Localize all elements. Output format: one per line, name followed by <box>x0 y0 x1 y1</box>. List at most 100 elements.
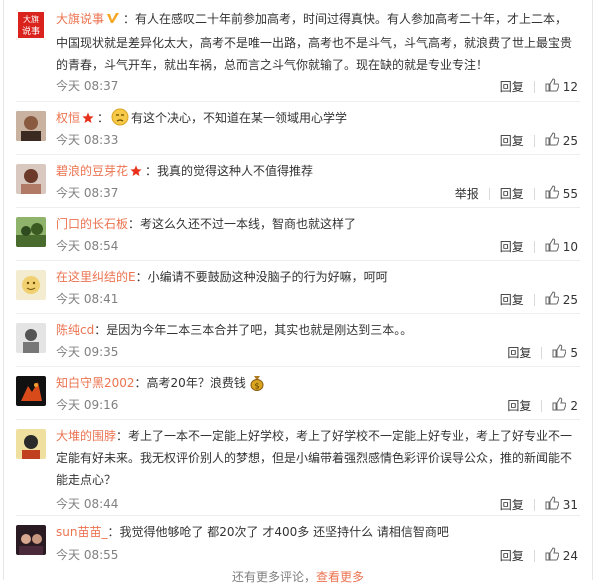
comment-actions: 回复 5 <box>507 344 578 362</box>
user-avatar-image <box>16 164 46 194</box>
username-link[interactable]: 陈纯cd <box>56 323 94 337</box>
comment-actions: 回复 25 <box>500 132 578 150</box>
reply-link[interactable]: 回复 <box>500 133 524 149</box>
avatar[interactable] <box>16 323 46 353</box>
reply-link[interactable]: 回复 <box>500 239 524 255</box>
like-button[interactable]: 25 <box>545 132 578 150</box>
like-button[interactable]: 25 <box>545 291 578 309</box>
action-divider <box>488 188 490 200</box>
comment-text-block: 大旗说事 ：有人在感叹二十年前参加高考，时间过得真快。有人参加高考二十年，才上二本… <box>56 8 578 76</box>
thumbs-up-icon <box>545 238 559 256</box>
svg-text:$: $ <box>254 382 259 391</box>
action-divider <box>533 188 535 200</box>
username-link[interactable]: 大旗说事 <box>56 12 104 26</box>
comment-actions: 回复 12 <box>500 78 578 96</box>
comment-text: ：我真的觉得这种人不值得推荐 <box>145 164 314 178</box>
like-button[interactable]: 5 <box>552 344 578 362</box>
like-button[interactable]: 31 <box>545 496 578 514</box>
thumbs-up-icon <box>552 344 567 362</box>
divider <box>16 419 580 420</box>
like-count: 55 <box>562 187 578 201</box>
comment-text-block: 门口的长石板：考这么久还不过一本线，智商也就这样了 <box>56 213 578 235</box>
username-link[interactable]: 在这里纠结的E <box>56 270 136 284</box>
avatar[interactable] <box>16 270 46 300</box>
reply-link[interactable]: 回复 <box>507 345 531 361</box>
comment-actions: 回复 2 <box>507 397 578 415</box>
like-button[interactable]: 55 <box>545 185 578 203</box>
comment-actions: 回复 25 <box>500 291 578 309</box>
like-button[interactable]: 24 <box>545 547 578 565</box>
like-count: 5 <box>570 346 578 360</box>
reply-link[interactable]: 回复 <box>500 292 524 308</box>
action-divider <box>533 241 535 253</box>
comment-time: 今天 08:33 <box>56 133 119 147</box>
user-avatar-image <box>16 429 46 459</box>
thumbs-up-icon <box>545 547 559 565</box>
username-link[interactable]: 大堆的围脖 <box>56 429 116 443</box>
comment-text-block: sun苗苗_：我觉得他够呛了 都20次了 才400多 还坚持什么 请相信智商吧 <box>56 521 578 543</box>
action-divider <box>533 135 535 147</box>
comment-list: 大旗 说事 大旗说事 ：有人在感叹二十年前参加高考，时间过得真快。有人参加高考二十… <box>3 0 593 584</box>
reply-link[interactable]: 回复 <box>500 497 524 513</box>
comment-text: ：有人在感叹二十年前参加高考，时间过得真快。有人参加高考二十年，才上二本，中国现… <box>56 12 573 72</box>
verified-v-icon <box>106 10 120 32</box>
sad-face-emoji-icon <box>111 108 129 133</box>
view-more-link[interactable]: 查看更多 <box>316 570 364 584</box>
like-count: 31 <box>562 498 578 512</box>
comment-time: 今天 09:16 <box>56 398 119 412</box>
avatar[interactable] <box>16 111 46 141</box>
username-link[interactable]: sun苗苗_ <box>56 525 107 539</box>
thumbs-up-icon <box>552 397 567 415</box>
avatar[interactable] <box>16 525 46 555</box>
report-link[interactable]: 举报 <box>455 186 479 202</box>
avatar[interactable] <box>16 376 46 406</box>
action-divider <box>541 347 543 359</box>
reply-link[interactable]: 回复 <box>500 79 524 95</box>
comment-actions: 回复 24 <box>500 547 578 565</box>
comment-time: 今天 08:37 <box>56 79 119 93</box>
comment-text-block: 大堆的围脖：考上了一本不一定能上好学校，考上了好学校不一定能上好专业，考上了好专… <box>56 425 578 491</box>
comment-text: ：小编请不要鼓励这种没脑子的行为好嘛，呵呵 <box>135 270 388 284</box>
thumbs-up-icon <box>545 185 559 203</box>
like-button[interactable]: 2 <box>552 397 578 415</box>
action-divider <box>533 294 535 306</box>
like-button[interactable]: 12 <box>545 78 578 96</box>
like-count: 2 <box>570 399 578 413</box>
username-link[interactable]: 门口的长石板 <box>56 217 128 231</box>
action-divider <box>533 550 535 562</box>
divider <box>16 260 580 261</box>
comment-text-block: 在这里纠结的E：小编请不要鼓励这种没脑子的行为好嘛，呵呵 <box>56 266 578 288</box>
comment-text: ：我觉得他够呛了 都20次了 才400多 还坚持什么 请相信智商吧 <box>107 525 449 539</box>
action-divider <box>533 499 535 511</box>
divider <box>16 154 580 155</box>
comment-time: 今天 08:54 <box>56 239 119 253</box>
avatar[interactable]: 大旗 说事 <box>16 10 46 40</box>
comment-time: 今天 08:41 <box>56 292 119 306</box>
avatar[interactable] <box>16 217 46 247</box>
thumbs-up-icon <box>545 78 559 96</box>
avatar[interactable] <box>16 429 46 459</box>
user-avatar-image <box>16 217 46 247</box>
like-button[interactable]: 10 <box>545 238 578 256</box>
avatar[interactable] <box>16 164 46 194</box>
comment-time: 今天 08:55 <box>56 548 119 562</box>
action-divider <box>533 81 535 93</box>
comment-text-block: 权恒：有这个决心，不知道在某一领域用心学学 <box>56 107 578 133</box>
username-link[interactable]: 知白守黑2002 <box>56 376 135 390</box>
thumbs-up-icon <box>545 291 559 309</box>
comment-text-block: 陈纯cd：是因为今年二本三本合并了吧，其实也就是刚达到三本。。 <box>56 319 578 341</box>
reply-link[interactable]: 回复 <box>500 548 524 564</box>
svg-text:说事: 说事 <box>22 25 40 37</box>
username-link[interactable]: 权恒 <box>56 111 80 125</box>
like-count: 24 <box>562 549 578 563</box>
comment-text-block: 碧浪的豆芽花 ：我真的觉得这种人不值得推荐 <box>56 160 578 184</box>
reply-link[interactable]: 回复 <box>500 186 524 202</box>
like-count: 25 <box>562 134 578 148</box>
money-bag-emoji-icon: $ <box>248 373 266 398</box>
divider <box>16 515 580 516</box>
reply-link[interactable]: 回复 <box>507 398 531 414</box>
user-avatar-image <box>16 270 46 300</box>
star-icon <box>82 109 94 131</box>
username-link[interactable]: 碧浪的豆芽花 <box>56 164 128 178</box>
like-count: 25 <box>562 293 578 307</box>
